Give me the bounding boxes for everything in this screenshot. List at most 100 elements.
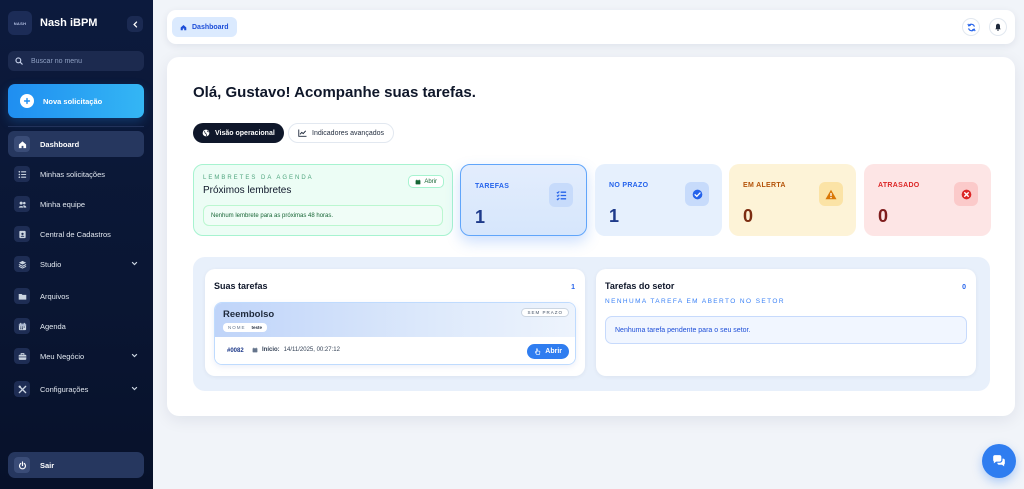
- dashboard-panel: Olá, Gustavo! Acompanhe suas tarefas. Vi…: [167, 57, 1015, 416]
- task-field-tag: NOME teste: [223, 323, 268, 332]
- sidebar: NASH Nash iBPM Nova solicitação Dashboar…: [0, 0, 153, 489]
- sidebar-item-label: Dashboard: [40, 139, 80, 149]
- sidebar-item-dashboard[interactable]: Dashboard: [8, 131, 144, 157]
- x-circle-icon: [954, 182, 978, 206]
- brand-logo: NASH: [8, 11, 32, 35]
- stat-card-tasks[interactable]: TAREFAS 1: [460, 164, 587, 236]
- my-tasks-title: Suas tarefas: [214, 281, 268, 291]
- brand: NASH Nash iBPM: [8, 11, 97, 35]
- sidebar-item-my-requests[interactable]: Minhas solicitações: [8, 161, 144, 187]
- task-card-footer: #0082 Início: 14/11/2025, 00:27:12 Abrir: [215, 337, 575, 364]
- breadcrumb-label: Dashboard: [192, 23, 229, 31]
- open-reminders-button[interactable]: Abrir: [408, 175, 444, 188]
- menu-search-input[interactable]: [31, 57, 131, 65]
- hand-pointer-icon: [535, 348, 541, 355]
- sidebar-item-label: Arquivos: [40, 291, 70, 301]
- list-icon: [14, 166, 30, 182]
- sidebar-item-label: Agenda: [40, 321, 66, 331]
- logout-label: Sair: [40, 460, 55, 470]
- stat-label: ATRASADO: [878, 182, 920, 189]
- sidebar-item-label: Minhas solicitações: [40, 169, 106, 179]
- stat-value: 0: [878, 206, 889, 226]
- chevron-down-icon: [131, 386, 138, 391]
- deadline-badge: SEM PRAZO: [521, 308, 569, 317]
- notifications-button[interactable]: [989, 18, 1007, 36]
- agenda-reminders-card: LEMBRETES DA AGENDA Próximos lembretes A…: [193, 164, 453, 236]
- stat-card-alert[interactable]: EM ALERTA 0: [729, 164, 856, 236]
- calendar-icon: [14, 318, 30, 334]
- sidebar-item-my-team[interactable]: Minha equipe: [8, 191, 144, 217]
- sector-tasks-panel: Tarefas do setor 0 NENHUMA TAREFA EM ABE…: [596, 269, 976, 376]
- sector-tasks-subtitle: NENHUMA TAREFA EM ABERTO NO SETOR: [605, 298, 785, 305]
- sidebar-item-agenda[interactable]: Agenda: [8, 313, 144, 339]
- menu-search[interactable]: [8, 51, 144, 71]
- layers-icon: [14, 256, 30, 272]
- chevron-down-icon: [131, 353, 138, 358]
- sidebar-item-registry[interactable]: Central de Cadastros: [8, 221, 144, 247]
- sidebar-divider: [8, 126, 144, 127]
- task-id: #0082: [227, 348, 244, 354]
- folder-icon: [14, 288, 30, 304]
- tools-icon: [14, 381, 30, 397]
- new-request-button[interactable]: Nova solicitação: [8, 84, 144, 118]
- sidebar-item-settings[interactable]: Configurações: [8, 376, 144, 402]
- chat-button[interactable]: [982, 444, 1016, 478]
- reminders-empty-state: Nenhum lembrete para as próximas 48 hora…: [203, 205, 443, 226]
- refresh-icon: [966, 23, 976, 31]
- calendar-icon: [415, 179, 421, 184]
- stat-label: TAREFAS: [475, 183, 510, 190]
- open-reminders-label: Abrir: [424, 178, 437, 185]
- chat-bubbles-icon: [993, 455, 1005, 467]
- bell-icon: [995, 23, 1001, 31]
- task-start-label: Início:: [262, 347, 280, 353]
- briefcase-icon: [14, 348, 30, 364]
- my-tasks-count: 1: [571, 284, 575, 291]
- stat-value: 0: [743, 206, 754, 226]
- tasks-icon: [549, 183, 573, 207]
- users-icon: [14, 196, 30, 212]
- refresh-button[interactable]: [962, 18, 980, 36]
- tab-operational-view[interactable]: Visão operacional: [193, 123, 284, 143]
- stat-card-overdue[interactable]: ATRASADO 0: [864, 164, 991, 236]
- collapse-sidebar-button[interactable]: [127, 16, 143, 32]
- chevron-down-icon: [131, 261, 138, 266]
- new-request-label: Nova solicitação: [43, 96, 103, 106]
- task-card[interactable]: Reembolso NOME teste SEM PRAZO #0082 Iní…: [214, 302, 576, 365]
- home-icon: [14, 136, 30, 152]
- task-field-value: teste: [251, 325, 263, 330]
- chevron-left-icon: [132, 20, 137, 28]
- tab-advanced-indicators[interactable]: Indicadores avançados: [288, 123, 394, 143]
- sidebar-item-my-business[interactable]: Meu Negócio: [8, 343, 144, 369]
- sector-tasks-title: Tarefas do setor: [605, 281, 675, 291]
- globe-icon: [202, 129, 210, 137]
- stat-card-on-time[interactable]: NO PRAZO 1: [595, 164, 722, 236]
- tab-label: Indicadores avançados: [312, 129, 384, 137]
- tasks-section: Suas tarefas 1 Reembolso NOME teste SEM …: [193, 257, 990, 391]
- page-title: Olá, Gustavo! Acompanhe suas tarefas.: [193, 84, 476, 101]
- warning-icon: [819, 182, 843, 206]
- home-icon: [180, 24, 187, 30]
- task-card-header: Reembolso NOME teste SEM PRAZO: [215, 303, 575, 337]
- reminders-title: Próximos lembretes: [203, 185, 292, 196]
- sidebar-item-files[interactable]: Arquivos: [8, 283, 144, 309]
- sidebar-item-studio[interactable]: Studio: [8, 251, 144, 277]
- sector-tasks-empty-state: Nenhuma tarefa pendente para o seu setor…: [605, 316, 967, 344]
- sector-tasks-count: 0: [962, 284, 966, 291]
- task-name: Reembolso: [223, 309, 275, 320]
- stat-value: 1: [475, 207, 486, 227]
- breadcrumb[interactable]: Dashboard: [172, 17, 237, 37]
- search-icon: [15, 57, 23, 65]
- sidebar-item-label: Central de Cadastros: [40, 229, 111, 239]
- stat-label: NO PRAZO: [609, 182, 649, 189]
- power-icon: [14, 457, 30, 473]
- tab-label: Visão operacional: [215, 129, 275, 137]
- my-tasks-panel: Suas tarefas 1 Reembolso NOME teste SEM …: [205, 269, 585, 376]
- logout-button[interactable]: Sair: [8, 452, 144, 478]
- plus-circle-icon: [20, 94, 34, 108]
- task-field-key: NOME: [228, 325, 246, 330]
- sidebar-item-label: Minha equipe: [40, 199, 86, 209]
- task-start-date: Início: 14/11/2025, 00:27:12: [252, 347, 340, 353]
- sidebar-item-label: Studio: [40, 259, 62, 269]
- open-task-button[interactable]: Abrir: [527, 344, 569, 359]
- brand-name: Nash iBPM: [40, 17, 98, 29]
